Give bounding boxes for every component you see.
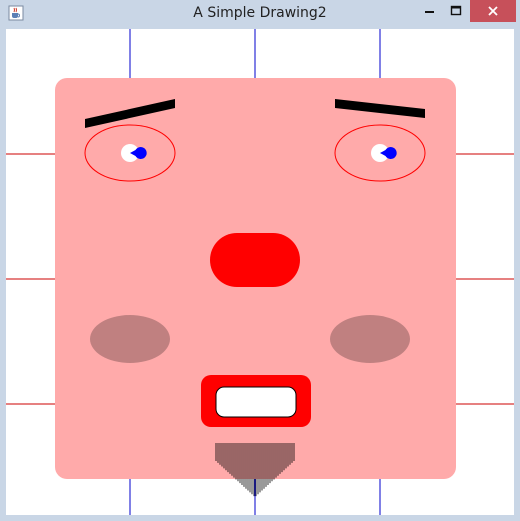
close-button[interactable] [470,0,516,22]
nose [210,233,300,287]
left-cheek [90,315,170,363]
close-icon [488,6,498,16]
teeth [215,386,297,418]
drawing-canvas [6,29,514,515]
app-window: A Simple Drawing2 [0,0,520,521]
maximize-button[interactable] [441,0,471,22]
right-cheek [330,315,410,363]
maximize-icon [450,5,462,16]
drawing-svg [6,29,514,515]
title-bar[interactable]: A Simple Drawing2 [0,0,520,27]
minimize-icon [425,11,434,13]
